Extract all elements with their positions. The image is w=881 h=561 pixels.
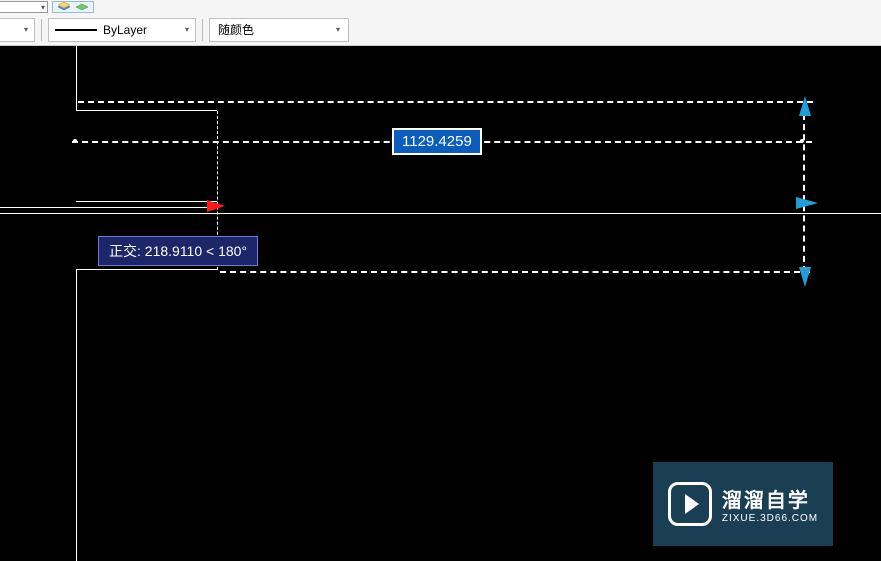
geometry-line (0, 213, 881, 214)
tracking-line (220, 271, 810, 273)
color-label: 随颜色 (218, 21, 254, 38)
layers-icon[interactable] (56, 2, 72, 12)
snap-point (73, 139, 77, 143)
small-dropdown[interactable]: ▾ (0, 1, 48, 13)
chevron-down-icon: ▾ (185, 25, 189, 34)
chevron-down-icon: ▾ (41, 3, 45, 12)
chevron-down-icon: ▾ (24, 25, 28, 34)
tracking-line (78, 101, 813, 103)
ortho-text: 正交: 218.9110 < 180° (109, 243, 247, 259)
layer-tools-group (52, 1, 94, 13)
ortho-tooltip: 正交: 218.9110 < 180° (98, 236, 258, 266)
geometry-line (76, 201, 217, 202)
watermark-url: ZIXUE.3D66.COM (722, 513, 818, 524)
separator (202, 19, 203, 41)
linetype-preview (55, 29, 97, 31)
watermark: 溜溜自学 ZIXUE.3D66.COM (653, 462, 833, 546)
linetype-label: ByLayer (103, 23, 147, 37)
drawing-canvas[interactable]: 1129.4259 正交: 218.9110 < 180° 溜溜自学 (0, 46, 881, 561)
separator (41, 19, 42, 41)
play-icon (668, 482, 712, 526)
geometry-line (76, 269, 77, 561)
watermark-text: 溜溜自学 ZIXUE.3D66.COM (722, 484, 818, 524)
layer-state-icon[interactable] (74, 2, 90, 12)
toolbar-row-2: er ▾ ByLayer ▾ 随颜色 ▾ (0, 14, 881, 46)
cursor-arrow-icon (203, 197, 225, 218)
watermark-title: 溜溜自学 (722, 484, 818, 513)
toolbar-row-1: ▾ (0, 0, 881, 14)
dimension-arrow-down-icon (797, 265, 813, 290)
geometry-line (0, 207, 216, 208)
geometry-line (76, 269, 217, 270)
dimension-input[interactable]: 1129.4259 (392, 128, 482, 155)
layer-dropdown[interactable]: er ▾ (0, 18, 35, 42)
chevron-down-icon: ▾ (336, 25, 340, 34)
color-dropdown[interactable]: 随颜色 ▾ (209, 18, 349, 42)
linetype-dropdown[interactable]: ByLayer ▾ (48, 18, 196, 42)
geometry-line (76, 110, 217, 111)
dimension-arrow-right-icon (796, 194, 818, 215)
tracking-line (803, 114, 805, 272)
dimension-value: 1129.4259 (402, 133, 472, 150)
dimension-arrow-up-icon (797, 96, 813, 121)
geometry-line (76, 46, 77, 110)
